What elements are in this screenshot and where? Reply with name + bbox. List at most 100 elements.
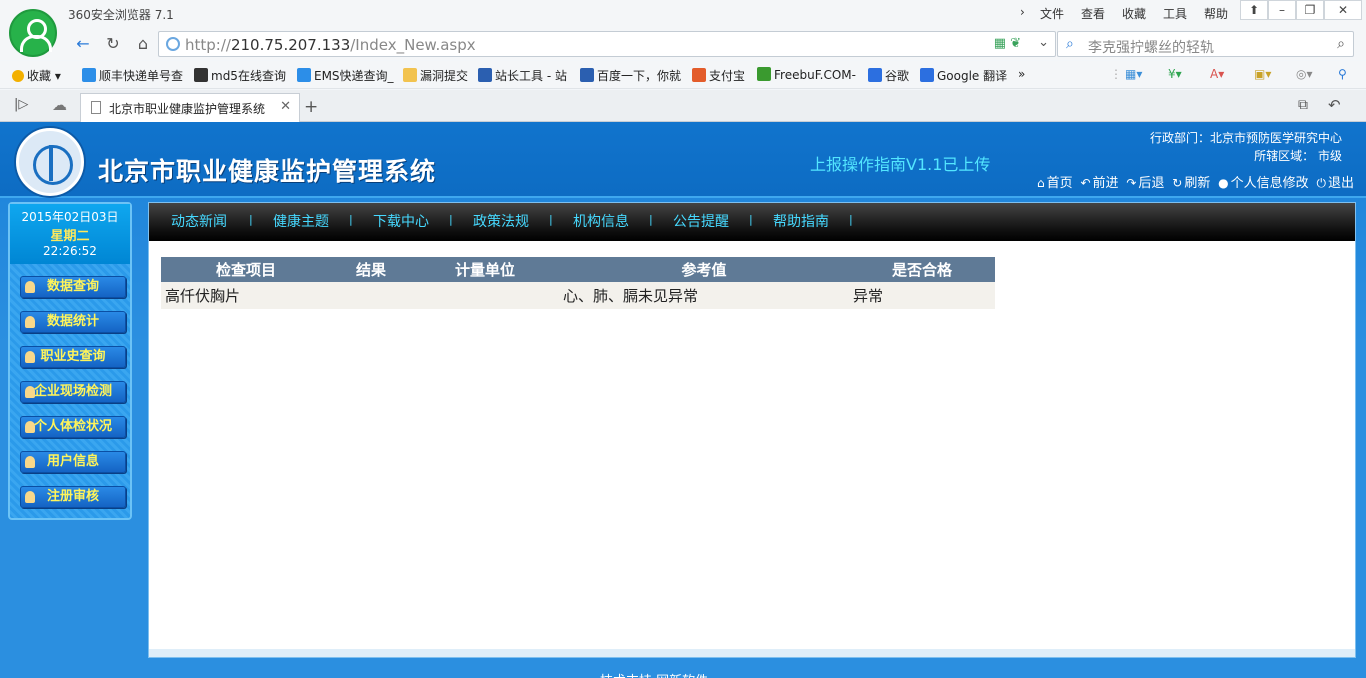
menu-favorites[interactable]: 收藏 [1122,5,1146,22]
back-icon: ↷ [1126,176,1137,190]
more-bookmarks-icon[interactable]: » [1018,67,1025,81]
bookmark-item[interactable]: 顺丰快递单号查 [82,67,183,84]
bookmark-favicon-icon [757,67,771,81]
menu-file[interactable]: 文件 [1040,5,1064,22]
toolbar-back[interactable]: ↷ 后退 [1126,172,1164,191]
restore-tabs-icon[interactable]: ⧉ [1298,97,1308,113]
site-logo [16,128,84,196]
col-header-qualified: 是否合格 [849,257,995,282]
nav-news[interactable]: 动态新闻 [171,211,227,231]
reload-icon[interactable]: ↻ [100,32,126,56]
clock-panel: 2015年02日03日 星期二 22:26:52 [10,204,130,264]
bookmark-item[interactable]: Google 翻译 [920,67,1007,84]
menu-view[interactable]: 查看 [1081,5,1105,22]
person-icon [25,316,35,328]
bookmark-item[interactable]: 支付宝 [692,67,745,84]
person-icon [25,456,35,468]
department-info: 行政部门：北京市预防医学研究中心 [1149,131,1342,145]
home-icon[interactable]: ⌂ [130,32,156,56]
maximize-button[interactable]: ❐ [1296,0,1324,20]
bookmark-item[interactable]: 谷歌 [868,67,909,84]
cell-item: 高仟伏胸片 [161,282,331,309]
notice-marquee[interactable]: 上报操作指南V1.1已上传 [810,151,990,175]
close-button[interactable]: ✕ [1324,0,1362,20]
skin-icon[interactable]: ⬆ [1240,0,1268,20]
game-icon[interactable]: ◎▾ [1296,67,1313,81]
zoom-icon[interactable]: ⚲ [1338,67,1347,81]
sidebar-item-user-info[interactable]: 用户信息 [20,451,126,473]
content-area: 检查项目 结果 计量单位 参考值 是否合格 高仟伏胸片 心、肺、膈未见异常 异常 [149,241,1355,649]
minimize-button[interactable]: – [1268,0,1296,20]
toolbar-home[interactable]: ⌂ 首页 [1037,172,1073,191]
bookmark-item[interactable]: 站长工具 - 站 [478,67,567,84]
sidebar-item-career-history[interactable]: 职业史查询 [20,346,126,368]
toolbar-profile[interactable]: ● 个人信息修改 [1218,172,1309,191]
address-toolbar: ← ↻ ⌂ http://210.75.207.133/Index_New.as… [0,28,1366,60]
page-footer: 技术支持 网新软件 [600,670,708,678]
site-toolbar: ⌂ 首页 ↶ 前进 ↷ 后退 ↻ 刷新 ● 个人信息修改 ⏻ 退出 [1033,172,1354,194]
money-icon[interactable]: ¥▾ [1168,67,1182,81]
user-avatar-icon[interactable] [9,9,57,57]
nav-separator: | [449,213,453,226]
bookmark-item[interactable]: EMS快递查询_ [297,67,394,84]
toolbar-forward[interactable]: ↶ 前进 [1080,172,1118,191]
person-icon [25,386,35,398]
nav-downloads[interactable]: 下载中心 [373,211,429,231]
search-icon[interactable]: ⌕ [1337,36,1345,52]
nav-institutions[interactable]: 机构信息 [573,211,629,231]
search-engine-icon[interactable]: ⌕ [1066,36,1074,52]
nav-help[interactable]: 帮助指南 [773,211,829,231]
person-icon [25,421,35,433]
apps-icon[interactable]: ▦▾ [1125,67,1142,81]
main-panel: 动态新闻 | 健康主题 | 下载中心 | 政策法规 | 机构信息 | 公告提醒 … [148,202,1356,658]
nav-policy[interactable]: 政策法规 [473,211,529,231]
bookmark-favicon-icon [82,68,96,82]
nav-announcements[interactable]: 公告提醒 [673,211,729,231]
undo-close-icon[interactable]: ↶ [1328,96,1341,114]
bookmark-favorites[interactable]: 收藏 ▾ [12,67,61,84]
nav-separator: | [549,213,553,226]
browser-titlebar: 360安全浏览器 7.1 › 文件 查看 收藏 工具 帮助 ⬆ – ❐ ✕ [0,0,1366,28]
sidebar-toggle-icon[interactable]: |▷ [14,97,28,112]
region-info: 所辖区域： 市级 [1254,149,1342,163]
bookmark-favicon-icon [297,68,311,82]
qr-code-icon[interactable]: ▦ ❦ [994,36,1021,51]
bookmark-item[interactable]: 百度一下，你就 [580,67,681,84]
nav-health[interactable]: 健康主题 [273,211,329,231]
new-tab-icon[interactable]: + [304,97,318,117]
screenshot-icon[interactable]: ▣▾ [1254,67,1271,81]
web-page: 北京市职业健康监护管理系统 上报操作指南V1.1已上传 行政部门：北京市预防医学… [0,122,1366,678]
cloud-icon[interactable]: ☁ [52,96,67,114]
refresh-icon: ↻ [1172,176,1183,190]
menu-tools[interactable]: 工具 [1163,5,1187,22]
menu-help[interactable]: 帮助 [1204,5,1228,22]
bookmark-item[interactable]: FreebuF.COM- [757,67,856,82]
nav-separator: | [749,213,753,226]
browser-app-title: 360安全浏览器 7.1 [68,8,174,22]
tab-active[interactable]: 北京市职业健康监护管理系统 ✕ [80,93,300,122]
back-arrow-icon[interactable]: ← [70,32,96,56]
pdf-icon[interactable]: A▾ [1210,67,1224,81]
url-text: http://210.75.207.133/Index_New.aspx [185,36,476,54]
sidebar-item-data-stats[interactable]: 数据统计 [20,311,126,333]
folder-icon [403,68,417,82]
col-header-reference: 参考值 [559,257,849,282]
toolbar-refresh[interactable]: ↻ 刷新 [1172,172,1210,191]
url-input[interactable]: http://210.75.207.133/Index_New.aspx ▦ ❦… [158,31,1056,57]
clock-weekday: 星期二 [50,229,90,244]
chevron-down-icon[interactable]: ⌄ [1038,35,1049,50]
bookmark-item[interactable]: md5在线查询 [194,67,286,84]
clock-date: 2015年02日03日 [21,210,119,224]
bookmark-item[interactable]: 漏洞提交 [403,67,468,84]
sidebar-item-registration-review[interactable]: 注册审核 [20,486,126,508]
search-input[interactable]: ⌕ 李克强拧螺丝的轻轨 ⌕ [1057,31,1354,57]
sidebar-item-data-query[interactable]: 数据查询 [20,276,126,298]
clock-time: 22:26:52 [43,244,97,258]
tab-title: 北京市职业健康监护管理系统 [109,102,266,116]
nav-separator: | [849,213,853,226]
menu-chevron-icon[interactable]: › [1020,5,1025,19]
toolbar-logout[interactable]: ⏻ 退出 [1316,172,1354,191]
tab-close-icon[interactable]: ✕ [280,99,291,114]
sidebar-item-site-inspection[interactable]: 企业现场检测 [20,381,126,403]
sidebar-item-personal-checkup[interactable]: 个人体检状况 [20,416,126,438]
